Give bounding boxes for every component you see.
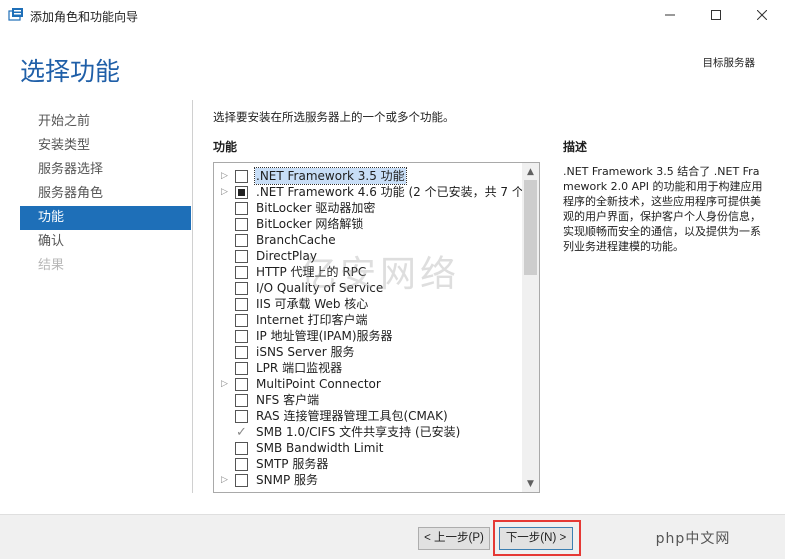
feature-checkbox[interactable] [235,442,248,455]
feature-checkbox[interactable] [235,266,248,279]
maximize-icon [711,10,721,20]
feature-label: SMB 1.0/CIFS 文件共享支持 (已安装) [256,425,461,439]
feature-label: NFS 客户端 [256,393,320,407]
feature-checkbox[interactable] [235,250,248,263]
description-heading: 描述 [563,140,588,154]
feature-row[interactable]: iSNS Server 服务 [214,344,520,360]
nav-item[interactable]: 安装类型 [20,134,191,158]
next-button-highlight [493,520,581,556]
feature-checkbox[interactable] [235,378,248,391]
feature-checkbox[interactable] [235,346,248,359]
feature-label: MultiPoint Connector [256,377,381,391]
feature-row[interactable]: ✓ SMB 1.0/CIFS 文件共享支持 (已安装) [214,424,520,440]
feature-row[interactable]: ▷ .NET Framework 4.6 功能 (2 个已安装，共 7 个) [214,184,529,200]
feature-label: HTTP 代理上的 RPC [256,265,367,279]
scroll-down-icon[interactable]: ▼ [522,475,539,492]
feature-row[interactable]: HTTP 代理上的 RPC [214,264,520,280]
scroll-up-icon[interactable]: ▲ [522,163,539,180]
page-title: 选择功能 [20,57,121,86]
nav-item[interactable]: 确认 [20,230,191,254]
target-server-label: 目标服务器 [702,57,756,69]
feature-row[interactable]: DirectPlay [214,248,520,264]
nav-item[interactable]: 服务器选择 [20,158,191,182]
expand-chevron-icon[interactable]: ▷ [221,376,231,392]
feature-row[interactable]: RAS 连接管理器管理工具包(CMAK) [214,408,520,424]
feature-label: .NET Framework 3.5 功能 [254,167,407,185]
feature-checkbox[interactable] [235,362,248,375]
vertical-scrollbar[interactable]: ▲ ▼ [522,163,539,492]
feature-row[interactable]: IIS 可承载 Web 核心 [214,296,520,312]
scroll-thumb[interactable] [524,180,537,275]
feature-checkbox[interactable] [235,458,248,471]
features-tree[interactable]: ▷ .NET Framework 3.5 功能 ▷ .NET Framework 4.… [213,162,540,493]
feature-label: Internet 打印客户端 [256,313,368,327]
nav-item: 结果 [38,258,65,273]
feature-label: RAS 连接管理器管理工具包(CMAK) [256,409,448,423]
feature-checkbox[interactable] [235,394,248,407]
feature-label: iSNS Server 服务 [256,345,355,359]
close-button[interactable] [739,0,785,30]
nav-item[interactable]: 开始之前 [20,110,191,134]
expand-chevron-icon[interactable]: ▷ [221,472,231,488]
feature-row[interactable]: BranchCache [214,232,520,248]
feature-row[interactable]: BitLocker 网络解锁 [214,216,520,232]
feature-row[interactable]: Internet 打印客户端 [214,312,520,328]
feature-checkbox[interactable] [235,314,248,327]
description-text: .NET Framework 3.5 结合了 .NET Framework 2.… [563,165,763,253]
feature-label: SMTP 服务器 [256,457,329,471]
expand-chevron-icon[interactable]: ▷ [221,168,231,184]
nav-divider [192,100,193,493]
feature-checkbox[interactable] [235,282,248,295]
feature-label: BitLocker 网络解锁 [256,217,364,231]
feature-label: BitLocker 驱动器加密 [256,201,376,215]
server-manager-icon [8,7,24,23]
minimize-button[interactable] [647,0,693,30]
feature-row[interactable]: LPR 端口监视器 [214,360,520,376]
feature-checkbox[interactable] [235,298,248,311]
title-bar: 添加角色和功能向导 [0,0,785,30]
feature-checkbox: ✓ [236,425,247,440]
previous-button[interactable]: < 上一步(P) [418,527,490,550]
wizard-nav: 开始之前 安装类型 服务器选择 服务器角色 功能 确认结果 [20,110,191,278]
feature-label: .NET Framework 4.6 功能 (2 个已安装，共 7 个) [256,185,529,199]
expand-chevron-icon[interactable]: ▷ [221,184,231,200]
feature-row[interactable]: ▷ SNMP 服务 [214,472,520,488]
feature-label: SNMP 服务 [256,473,318,487]
features-list: ▷ .NET Framework 3.5 功能 ▷ .NET Framework 4.… [214,167,529,488]
feature-checkbox[interactable] [235,474,248,487]
feature-label: DirectPlay [256,249,317,263]
feature-row[interactable]: I/O Quality of Service [214,280,520,296]
feature-row[interactable]: BitLocker 驱动器加密 [214,200,520,216]
feature-checkbox[interactable] [235,186,248,199]
feature-row[interactable]: NFS 客户端 [214,392,520,408]
feature-label: LPR 端口监视器 [256,361,343,375]
feature-checkbox[interactable] [235,202,248,215]
feature-label: IIS 可承载 Web 核心 [256,297,369,311]
minimize-icon [665,14,675,16]
feature-checkbox[interactable] [235,170,248,183]
feature-label: BranchCache [256,233,336,247]
feature-row[interactable]: SMTP 服务器 [214,456,520,472]
feature-label: SMB Bandwidth Limit [256,441,384,455]
nav-item[interactable]: 功能 [20,206,191,230]
feature-checkbox[interactable] [235,330,248,343]
window-title: 添加角色和功能向导 [30,10,139,24]
feature-checkbox[interactable] [235,218,248,231]
feature-label: I/O Quality of Service [256,281,384,295]
close-icon [757,10,767,20]
maximize-button[interactable] [693,0,739,30]
nav-item[interactable]: 服务器角色 [20,182,191,206]
site-logo: php中文网 [655,531,731,547]
feature-row[interactable]: IP 地址管理(IPAM)服务器 [214,328,520,344]
feature-checkbox[interactable] [235,410,248,423]
feature-row[interactable]: SMB Bandwidth Limit [214,440,520,456]
feature-row[interactable]: ▷ .NET Framework 3.5 功能 [214,167,520,185]
feature-label: IP 地址管理(IPAM)服务器 [256,329,393,343]
features-heading: 功能 [213,140,238,154]
feature-row[interactable]: ▷ MultiPoint Connector [214,376,520,392]
feature-checkbox[interactable] [235,234,248,247]
instruction-text: 选择要安装在所选服务器上的一个或多个功能。 [213,110,455,124]
